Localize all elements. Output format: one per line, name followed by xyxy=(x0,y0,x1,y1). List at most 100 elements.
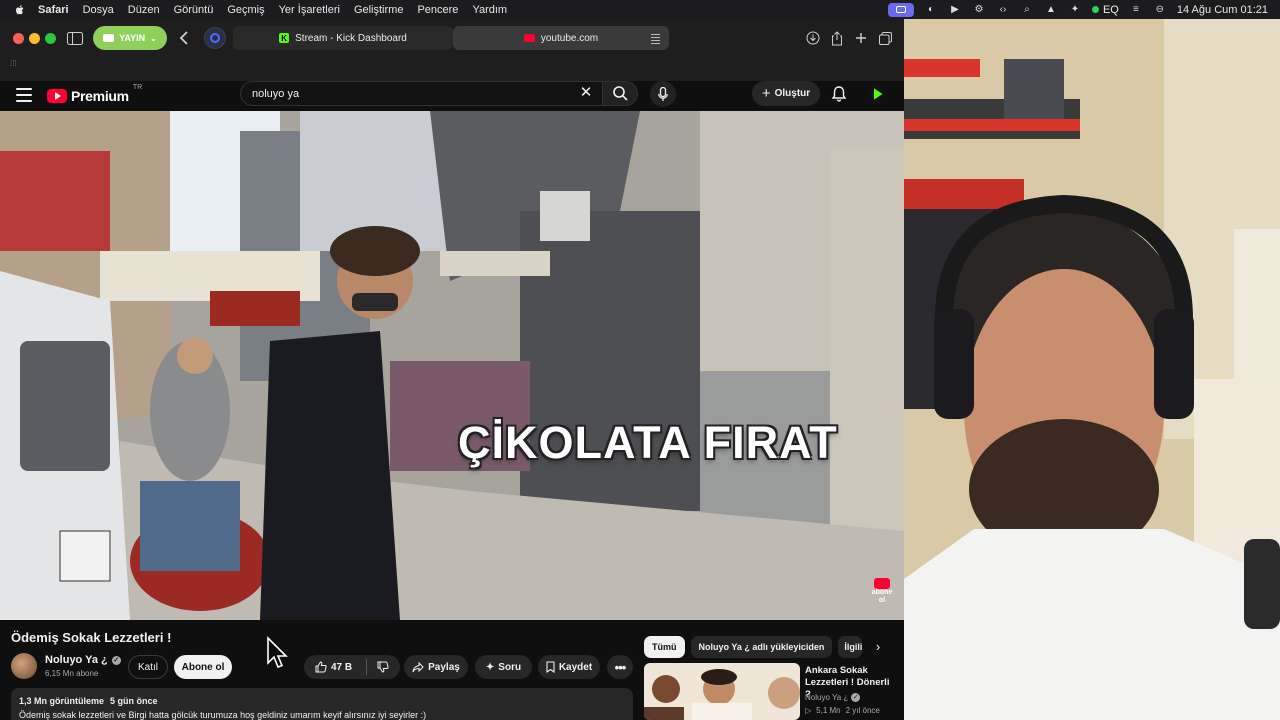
tab-kick-dashboard[interactable]: K Stream - Kick Dashboard xyxy=(233,26,453,50)
description-meta: 1,3 Mn görüntüleme 5 gün önce xyxy=(19,696,625,706)
join-button[interactable]: Katıl xyxy=(128,655,168,679)
webcam-overlay xyxy=(904,19,1280,720)
ask-label: Soru xyxy=(498,661,522,673)
share-label: Paylaş xyxy=(428,661,460,673)
account-avatar[interactable] xyxy=(868,84,888,104)
reader-icon[interactable] xyxy=(651,33,661,43)
recommended-video-thumbnail[interactable] xyxy=(644,663,800,720)
video-details: Ödemiş Sokak Lezzetleri ! Noluyo Ya ¿ ✓ … xyxy=(0,620,904,720)
more-options-button[interactable]: ••• xyxy=(607,655,633,679)
focus-icon[interactable]: ◐ xyxy=(924,4,938,16)
search-icon[interactable]: ⌕ xyxy=(1020,4,1034,16)
channel-avatar[interactable] xyxy=(11,653,37,679)
airdrop-icon[interactable]: ▲ xyxy=(1044,4,1058,16)
sparkle-icon[interactable]: ✦ xyxy=(1068,4,1082,16)
menu-yer-isaretleri[interactable]: Yer İşaretleri xyxy=(279,4,340,16)
youtube-play-logo-icon xyxy=(47,89,67,103)
save-label: Kaydet xyxy=(558,661,593,673)
description-text: Ödemiş sokak lezzetleri ve Birgi hatta g… xyxy=(19,710,427,720)
video-frame-scene xyxy=(0,111,904,620)
chip-from-uploader[interactable]: Noluyo Ya ¿ adlı yükleyiciden xyxy=(690,636,833,658)
channel-name[interactable]: Noluyo Ya ¿ ✓ xyxy=(45,654,121,666)
recommended-meta: ▷ 5,1 Mn 2 yıl önce xyxy=(805,706,880,715)
tab-overview-icon[interactable] xyxy=(873,27,897,49)
close-window-button[interactable] xyxy=(13,33,24,44)
voice-search-button[interactable] xyxy=(650,81,676,107)
recommended-channel[interactable]: Noluyo Ya ¿ ✓ xyxy=(805,693,861,702)
new-tab-icon[interactable] xyxy=(849,27,873,49)
create-button[interactable]: + Oluştur xyxy=(752,81,820,106)
apple-icon[interactable] xyxy=(14,4,26,16)
minimize-window-button[interactable] xyxy=(29,33,40,44)
search-button[interactable] xyxy=(602,81,638,106)
share-icon[interactable] xyxy=(825,27,849,49)
menu-duzen[interactable]: Düzen xyxy=(128,4,160,16)
chip-all[interactable]: Tümü xyxy=(644,636,685,658)
like-button[interactable]: 47 B xyxy=(315,661,352,673)
channel-name-text: Noluyo Ya ¿ xyxy=(45,654,108,666)
publish-date: 5 gün önce xyxy=(110,696,158,706)
subscriber-count: 6,15 Mn abone xyxy=(45,669,99,678)
mouse-pointer-icon xyxy=(267,636,288,669)
play-circle-icon[interactable]: ▶ xyxy=(948,4,962,16)
more-horizontal-icon: ••• xyxy=(614,659,627,675)
create-label: Oluştur xyxy=(774,88,811,99)
sidebar-toggle-icon[interactable] xyxy=(63,27,87,49)
menu-app-safari[interactable]: Safari xyxy=(38,4,69,16)
verified-check-icon: ✓ xyxy=(111,655,121,665)
microphone-icon xyxy=(658,86,668,101)
subscribe-button[interactable]: Abone ol xyxy=(174,655,232,679)
eq-label: EQ xyxy=(1102,3,1119,16)
ask-button[interactable]: ✦ Soru xyxy=(475,655,532,679)
macos-menu-bar: Safari Dosya Düzen Görüntü Geçmiş Yer İş… xyxy=(0,0,1280,19)
tab-youtube[interactable]: youtube.com xyxy=(453,26,669,50)
view-count: 1,3 Mn görüntüleme xyxy=(19,696,105,706)
thumbs-up-icon xyxy=(315,661,327,673)
menu-dosya[interactable]: Dosya xyxy=(83,4,114,16)
screen-record-icon[interactable] xyxy=(887,2,914,17)
chevron-right-icon[interactable]: › xyxy=(870,639,886,655)
back-arrow-icon[interactable] xyxy=(172,27,196,49)
youtube-favicon-icon xyxy=(523,34,535,42)
thumbnail-image xyxy=(644,663,800,720)
stream-button-label: YAYIN xyxy=(119,33,146,43)
zoom-window-button[interactable] xyxy=(45,33,56,44)
verified-check-icon: ✓ xyxy=(851,693,861,702)
youtube-header: Premium TR noluyo ya ✕ + Oluştur xyxy=(0,81,904,111)
activity-icon[interactable]: ⚙ xyxy=(972,4,986,16)
do-not-disturb-icon[interactable]: ⊖ xyxy=(1153,4,1167,16)
menu-gecmis[interactable]: Geçmiş xyxy=(227,4,264,16)
recommendation-filter-chips: Tümü Noluyo Ya ¿ adlı yükleyiciden İlgil… xyxy=(644,636,894,658)
save-button[interactable]: Kaydet xyxy=(538,655,600,679)
search-input[interactable]: noluyo ya xyxy=(240,81,602,106)
code-icon[interactable]: ‹› xyxy=(996,4,1010,16)
video-player[interactable]: ÇİKOLATA FIRAT abone ol xyxy=(0,111,904,620)
download-icon[interactable] xyxy=(801,27,825,49)
watermark-text: abone ol xyxy=(871,589,893,604)
menubar-status-area: ◐ ▶ ⚙ ‹› ⌕ ▲ ✦ EQ ≡ ⊖ 14 Ağu Cum 01:21 xyxy=(887,0,1268,19)
description-box[interactable]: 1,3 Mn görüntüleme 5 gün önce Ödemiş sok… xyxy=(11,688,633,720)
play-icon: ▷ xyxy=(805,706,812,715)
menu-icon[interactable] xyxy=(16,88,32,102)
menu-pencere[interactable]: Pencere xyxy=(417,4,458,16)
menubar-clock[interactable]: 14 Ağu Cum 01:21 xyxy=(1177,4,1268,16)
video-title: Ödemiş Sokak Lezzetleri ! xyxy=(11,630,172,645)
eq-indicator[interactable]: EQ xyxy=(1091,3,1119,16)
clear-search-icon[interactable]: ✕ xyxy=(578,85,594,101)
notifications-bell-icon[interactable] xyxy=(830,85,848,103)
logo-word: Premium xyxy=(71,88,129,104)
chip-related[interactable]: İlgili xyxy=(838,636,863,658)
search-icon xyxy=(612,86,628,101)
extension-icon[interactable] xyxy=(204,27,226,49)
menu-yardim[interactable]: Yardım xyxy=(472,4,507,16)
share-button[interactable]: Paylaş xyxy=(404,655,468,679)
youtube-premium-logo[interactable]: Premium TR xyxy=(47,84,142,106)
dislike-thumbs-down-icon[interactable] xyxy=(377,661,389,673)
subscribe-watermark[interactable]: abone ol xyxy=(868,578,896,604)
grip-icon: ⁞⁞⁞ xyxy=(10,59,17,68)
stream-button[interactable]: YAYIN ⌄ xyxy=(93,26,167,50)
control-center-icon[interactable]: ≡ xyxy=(1129,4,1143,16)
share-arrow-icon xyxy=(412,661,424,672)
menu-gelistirme[interactable]: Geliştirme xyxy=(354,4,404,16)
menu-goruntu[interactable]: Görüntü xyxy=(174,4,214,16)
